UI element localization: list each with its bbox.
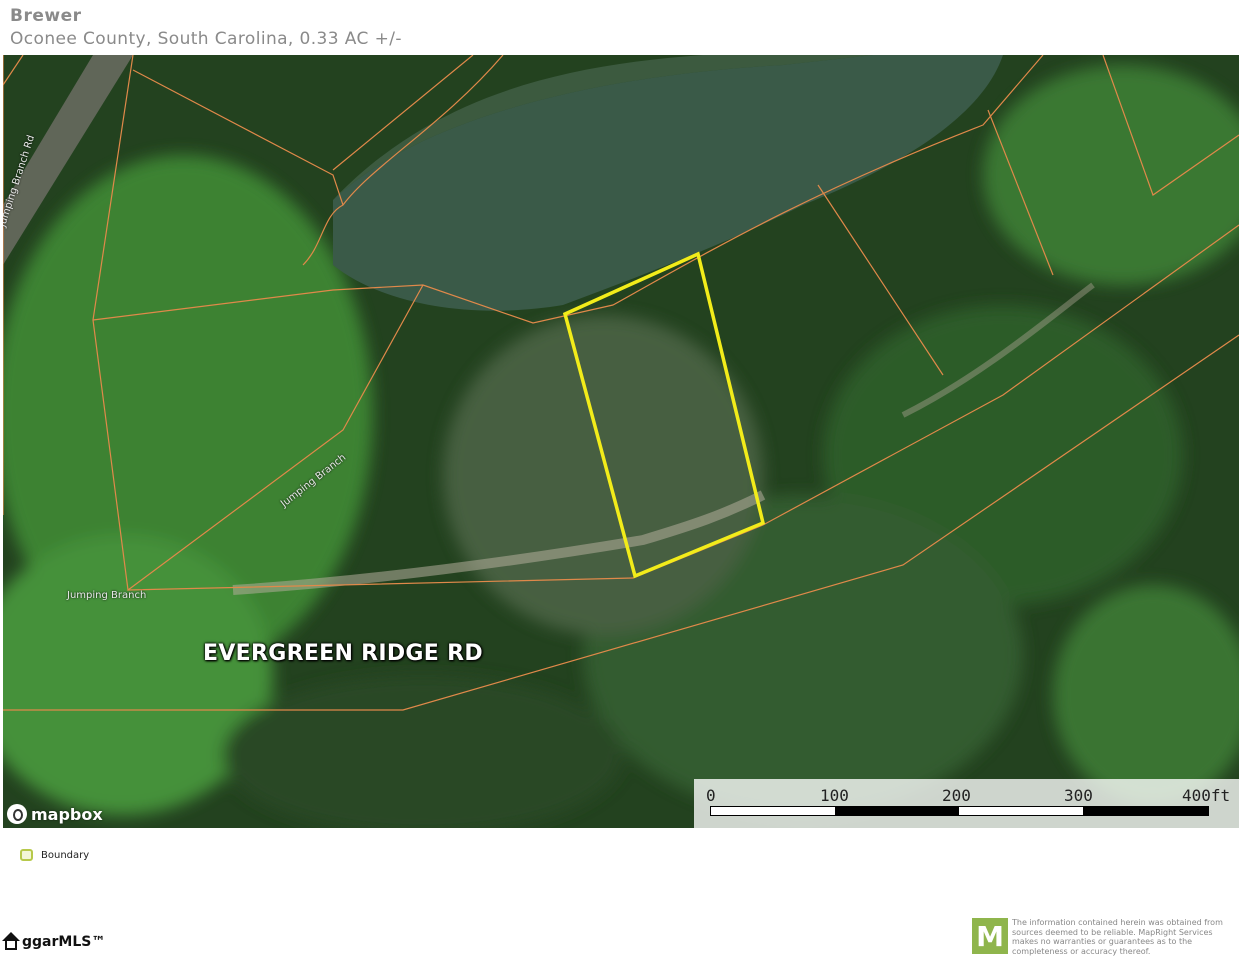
page-title: Brewer (10, 6, 82, 26)
legend-label: Boundary (41, 849, 90, 861)
boundary-swatch-icon (20, 849, 33, 861)
mapbox-icon (7, 804, 27, 824)
scale-label-200: 200 (942, 786, 971, 805)
scale-bar: 0 100 200 300 400ft (694, 779, 1239, 828)
street-label-jumping-branch-2: Jumping Branch (67, 590, 147, 601)
map-legend: Boundary (20, 849, 89, 861)
scale-segment (1083, 807, 1208, 815)
road-label: EVERGREEN RIDGE RD (203, 641, 483, 666)
mapright-badge-icon: M (972, 918, 1008, 954)
scale-label-100: 100 (820, 786, 849, 805)
scale-segment (835, 807, 959, 815)
page-subtitle: Oconee County, South Carolina, 0.33 AC +… (10, 29, 402, 49)
scale-label-300: 300 (1064, 786, 1093, 805)
satellite-map[interactable]: Jumping Branch Rd Jumping Branch Jumping… (3, 55, 1239, 828)
scale-bar-track (710, 806, 1209, 816)
house-icon (0, 932, 22, 952)
scale-label-0: 0 (706, 786, 716, 805)
scale-label-400: 400ft (1182, 786, 1231, 805)
mapbox-logo[interactable]: mapbox (7, 804, 103, 824)
disclaimer-text: The information contained herein was obt… (1012, 918, 1223, 956)
mls-logo: ggarMLS™ (0, 932, 105, 952)
map-imagery (3, 55, 1239, 828)
